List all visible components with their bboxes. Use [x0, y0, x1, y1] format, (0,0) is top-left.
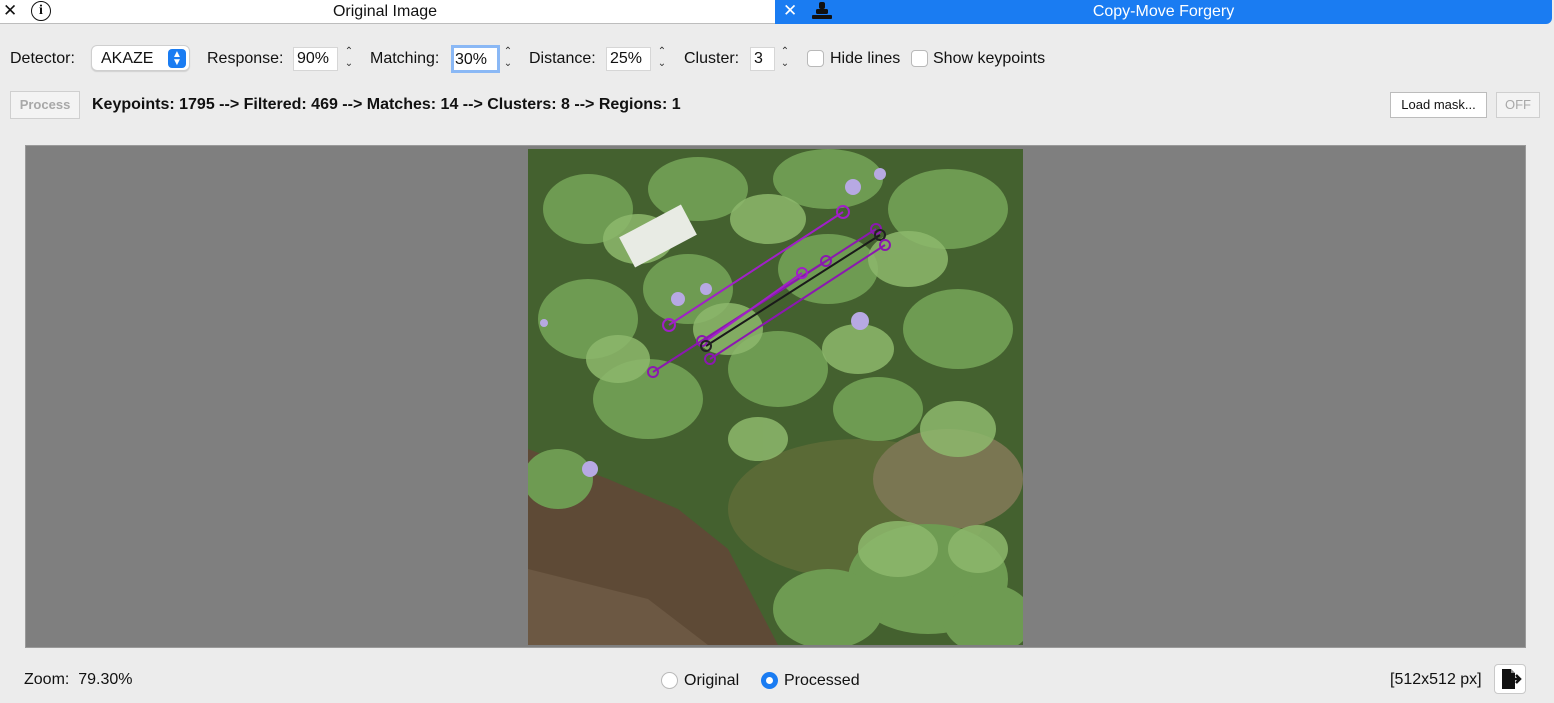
zoom-value: 79.30%: [78, 671, 133, 688]
tab-title: Original Image: [332, 3, 438, 20]
distance-field[interactable]: 25%: [606, 47, 651, 71]
tab-title: Copy-Move Forgery: [1092, 3, 1235, 20]
updown-chevron-icon: ▲ ▼: [168, 49, 186, 68]
processed-radio[interactable]: [761, 672, 778, 689]
detector-select[interactable]: AKAZE ▲ ▼: [91, 45, 190, 71]
hide-lines-label[interactable]: Hide lines: [830, 50, 900, 68]
cluster-field[interactable]: 3: [750, 47, 775, 71]
matching-field[interactable]: 30%: [451, 45, 500, 73]
distance-label: Distance:: [529, 50, 596, 67]
pipeline-status: Keypoints: 1795 --> Filtered: 469 --> Ma…: [92, 96, 681, 113]
image-viewer[interactable]: [25, 145, 1526, 648]
detector-label: Detector:: [10, 50, 75, 67]
response-field[interactable]: 90%: [293, 47, 338, 71]
zoom-label: Zoom: 79.30%: [24, 671, 133, 688]
stamp-icon: [812, 2, 832, 19]
off-button[interactable]: OFF: [1496, 92, 1540, 118]
original-radio-label[interactable]: Original: [684, 672, 739, 690]
processed-image: [528, 149, 1023, 645]
matching-label: Matching:: [370, 50, 440, 67]
image-dimensions: [512x512 px]: [1390, 671, 1482, 688]
hide-lines-checkbox[interactable]: [807, 50, 824, 67]
foliage-photo: [528, 149, 1023, 645]
response-label: Response:: [207, 50, 284, 67]
tab-original-image[interactable]: ✕ i Original Image: [0, 0, 775, 24]
show-keypoints-label[interactable]: Show keypoints: [933, 50, 1045, 68]
matching-stepper[interactable]: ⌃ ⌄: [500, 46, 516, 72]
parameters-toolbar: Detector: AKAZE ▲ ▼ Response: 90% ⌃ ⌄ Matc…: [0, 43, 1554, 75]
tab-copy-move-forgery[interactable]: Copy-Move Forgery ✕: [775, 0, 1552, 24]
close-icon[interactable]: ✕: [783, 1, 797, 21]
tab-bar: ✕ i Original Image Copy-Move Forgery ✕: [0, 0, 1554, 24]
export-button[interactable]: [1494, 664, 1526, 694]
show-keypoints-checkbox[interactable]: [911, 50, 928, 67]
response-stepper[interactable]: ⌃ ⌄: [341, 46, 357, 72]
cluster-stepper[interactable]: ⌃ ⌄: [777, 46, 793, 72]
export-icon: [1502, 669, 1522, 689]
cluster-label: Cluster:: [684, 50, 740, 67]
load-mask-button[interactable]: Load mask...: [1390, 92, 1487, 118]
process-button[interactable]: Process: [10, 91, 80, 119]
original-radio[interactable]: [661, 672, 678, 689]
processed-radio-label[interactable]: Processed: [784, 672, 860, 690]
detector-value: AKAZE: [101, 50, 154, 67]
distance-stepper[interactable]: ⌃ ⌄: [654, 46, 670, 72]
